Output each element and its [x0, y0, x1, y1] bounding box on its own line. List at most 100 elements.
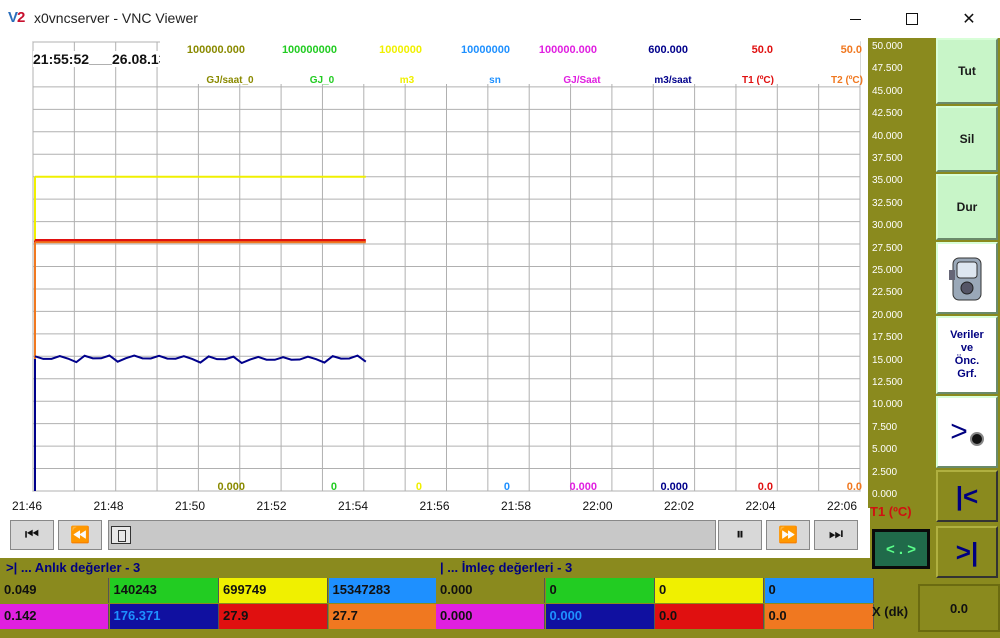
x-tick-label: 21:56: [419, 499, 449, 513]
instant-value-cell: 27.9: [219, 604, 328, 629]
x-tick-label: 21:52: [256, 499, 286, 513]
data-prev-label-3: Önc.: [954, 355, 980, 367]
cursor-value-cell: 0.000: [545, 604, 655, 629]
instant-value-cell: 0.049: [0, 578, 109, 603]
title-bar: V2 x0vncserver - VNC Viewer ✕: [0, 0, 1000, 38]
channel-scale-bottom: 0: [416, 481, 422, 493]
rewind-button[interactable]: ⏪: [58, 520, 102, 550]
date-label: 26.08.13: [112, 51, 160, 67]
instant-value-cell: 15347283: [328, 578, 438, 603]
x-tick-label: 22:00: [582, 499, 612, 513]
y-tick-label: 10.000: [872, 399, 903, 411]
y-tick-label: 50.000: [872, 41, 903, 52]
channel-name: m3/saat: [654, 75, 692, 86]
vnc-logo-icon: V2: [8, 9, 25, 26]
channel-scale-bottom: 0: [331, 481, 337, 493]
pause-button[interactable]: ⏸: [718, 520, 762, 550]
channel-scale-bottom: 0.0: [847, 481, 862, 493]
y-tick-label: 45.000: [872, 85, 903, 97]
next-page-button[interactable]: >: [936, 396, 998, 468]
delete-button[interactable]: Sil: [936, 106, 998, 172]
device-button[interactable]: [936, 242, 998, 314]
y-tick-label: 32.500: [872, 197, 903, 209]
y-tick-label: 20.000: [872, 309, 903, 321]
data-prev-label-4: Grf.: [957, 368, 977, 380]
cursor-value-cell: 0: [655, 578, 764, 603]
cursor-button[interactable]: < . >: [872, 529, 930, 569]
channel-scale-top: 100000000: [282, 44, 337, 56]
record-dot-icon: [969, 432, 984, 446]
x-tick-label: 21:48: [93, 499, 123, 513]
skip-end-button[interactable]: ⏭: [814, 520, 858, 550]
channel-name: GJ/saat_0: [206, 75, 254, 86]
y-tick-label: 42.500: [872, 108, 903, 120]
maximize-button[interactable]: [889, 0, 935, 38]
channel-scale-top: 50.0: [752, 44, 773, 56]
y-tick-label: 0.000: [872, 489, 898, 500]
y-tick-label: 7.500: [872, 421, 898, 433]
x-tick-label: 21:50: [175, 499, 205, 513]
timeline-scrollbar[interactable]: [108, 520, 716, 550]
first-page-button[interactable]: |<: [936, 470, 998, 522]
x-tick-label: 21:46: [12, 499, 42, 513]
x-tick-label: 22:06: [827, 499, 857, 513]
instant-value-cell: 140243: [109, 578, 219, 603]
window-title: x0vncserver - VNC Viewer: [34, 10, 198, 26]
last-page-button[interactable]: >|: [936, 526, 998, 578]
cursor-value-cell: 0.000: [436, 578, 545, 603]
channel-name: sn: [489, 75, 501, 86]
y-tick-label: 37.500: [872, 153, 903, 164]
data-previous-graph-button[interactable]: Veriler ve Önc. Grf.: [936, 316, 998, 394]
channel-name: GJ/Saat: [563, 75, 601, 86]
channel-scale-top: 1000000: [379, 44, 422, 56]
minimize-button[interactable]: [832, 0, 878, 38]
x-tick-label: 22:04: [745, 499, 775, 513]
instant-value-cell: 27.7: [328, 604, 438, 629]
channel-scale-top: 100000.000: [539, 44, 597, 56]
cursor-value-cell: 0: [764, 578, 874, 603]
channel-name: T1 (ºC): [742, 75, 774, 86]
cursor-value-cell: 0: [545, 578, 655, 603]
channel-scale-bottom: 0.000: [660, 481, 688, 493]
channel-name: T2 (ºC): [831, 75, 863, 86]
hold-button[interactable]: Tut: [936, 38, 998, 104]
scroll-thumb[interactable]: [111, 526, 131, 544]
x-tick-label: 21:54: [338, 499, 368, 513]
close-button[interactable]: ✕: [946, 0, 992, 38]
instant-value-cell: 176.371: [109, 604, 219, 629]
y-tick-label: 35.000: [872, 175, 903, 187]
cursor-values-label: | ... İmleç değerleri - 3: [440, 560, 573, 575]
x-tick-label: 21:58: [501, 499, 531, 513]
instant-value-cell: 0.142: [0, 604, 109, 629]
y-tick-label: 47.500: [872, 63, 903, 75]
app-frame: 100000.000 GJ/saat_0 0.000 100000000 GJ_0 0 10…: [0, 38, 1000, 638]
stop-button[interactable]: Dur: [936, 174, 998, 240]
y-axis: 50.000 47.500 45.000 42.500 40.000 37.500 35.0…: [868, 38, 934, 508]
chart[interactable]: 100000.000GJ/saat_00.000100000000GJ_0010…: [0, 38, 870, 516]
y-tick-label: 2.500: [872, 466, 898, 478]
x-tick-label: 22:02: [664, 499, 694, 513]
y-tick-label: 27.500: [872, 242, 903, 254]
y-tick-label: 40.000: [872, 130, 903, 142]
y-tick-label: 25.000: [872, 265, 903, 276]
fast-forward-button[interactable]: ⏩: [766, 520, 810, 550]
cursor-value-cell: 0.000: [436, 604, 545, 629]
skip-start-button[interactable]: ⏮: [10, 520, 54, 550]
y-tick-label: 17.500: [872, 332, 903, 344]
channel-scale-top: 100000.000: [187, 44, 245, 56]
channel-scale-bottom: 0.000: [569, 481, 597, 493]
device-icon: [949, 257, 982, 301]
status-row: >| ... Anlık değerler - 3 | ... İmleç de…: [0, 558, 870, 578]
channel-scale-bottom: 0: [504, 481, 510, 493]
cursor-value-cell: 0.0: [764, 604, 874, 629]
channel-scale-top: 50.0: [841, 44, 862, 56]
cursor-value-cell: 0.0: [655, 604, 764, 629]
y-tick-label: 15.000: [872, 354, 903, 366]
instant-values-label: >| ... Anlık değerler - 3: [6, 560, 141, 575]
channel-scale-top: 10000000: [461, 44, 510, 56]
y-tick-label: 22.500: [872, 287, 903, 299]
y-tick-label: 12.500: [872, 377, 903, 388]
channel-name: GJ_0: [310, 75, 335, 86]
x-dk-label: X (dk): [872, 604, 909, 619]
next-page-label: >: [950, 415, 968, 448]
